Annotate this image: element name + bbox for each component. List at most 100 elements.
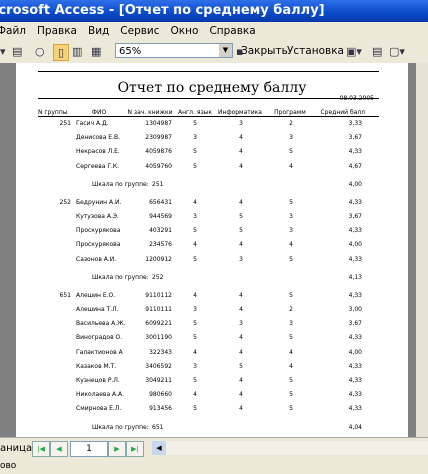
- prev-page-icon[interactable]: ◀: [50, 441, 68, 457]
- average-grade: 4,33: [348, 334, 362, 342]
- group-number: 651: [59, 291, 71, 299]
- toolbar: ▾ ▤ ○ ▯ ▥ ▦ 65% ▼ ▪ Закрыть Установка ▣▾ …: [0, 41, 428, 64]
- programming-grade: 5: [289, 391, 293, 399]
- programming-grade: 2: [289, 120, 293, 127]
- title-bar: icrosoft Access - [Отчет по среднему бал…: [0, 0, 428, 22]
- status-text: ово: [0, 461, 17, 471]
- title-rule: [38, 98, 379, 99]
- record-book-number: 322343: [149, 348, 172, 356]
- multiple-pages-icon[interactable]: ▦: [91, 44, 101, 59]
- next-page-icon[interactable]: ▶: [108, 441, 126, 457]
- programming-grade: 4: [289, 348, 293, 356]
- page-setup-button[interactable]: Установка: [287, 44, 344, 59]
- page-label: аница:: [0, 443, 36, 454]
- programming-grade: 3: [289, 213, 293, 220]
- student-name: Галактионов А: [76, 348, 123, 356]
- english-grade: 4: [193, 391, 197, 399]
- record-book-number: 656431: [149, 198, 172, 206]
- chevron-down-icon[interactable]: ▼: [219, 44, 232, 57]
- record-book-number: 9110112: [145, 291, 172, 299]
- student-name: Проскурякова: [76, 227, 121, 235]
- student-name: Гасич А.Д.: [76, 120, 109, 127]
- menu-view[interactable]: Вид: [88, 22, 109, 41]
- office-links-icon[interactable]: ▣▾: [346, 44, 362, 59]
- report-title: Отчет по среднему баллу: [117, 80, 307, 96]
- database-window-icon[interactable]: ▤: [372, 44, 382, 59]
- english-grade: 5: [193, 120, 197, 127]
- record-book-number: 980660: [149, 391, 172, 399]
- programming-grade: 3: [289, 320, 293, 328]
- record-book-number: 3406592: [145, 362, 172, 370]
- average-grade: 4,33: [348, 291, 362, 299]
- student-name: Кузнецов Р.Л.: [76, 377, 120, 384]
- programming-grade: 4: [289, 241, 293, 249]
- new-object-icon[interactable]: ▢▾: [389, 44, 405, 59]
- page-navigator: аница: |◀ ◀ 1 ▶ ▶| ◀: [0, 437, 428, 460]
- report-date: 08.03.2005: [339, 95, 374, 102]
- record-book-number: 234576: [149, 241, 172, 249]
- record-book-number: 913456: [149, 405, 172, 413]
- student-name: Сергеева Г.К.: [76, 162, 120, 170]
- group-average-group: 251: [152, 180, 164, 188]
- print-icon[interactable]: ▤: [12, 44, 22, 59]
- menu-help[interactable]: Справка: [209, 22, 255, 41]
- student-name: Денисова Е.В.: [76, 134, 121, 142]
- informatics-grade: 3: [239, 120, 243, 127]
- close-button[interactable]: Закрыть: [241, 44, 288, 59]
- programming-grade: 4: [289, 362, 293, 370]
- scroll-left-icon[interactable]: ◀: [152, 441, 166, 455]
- student-name: Виноградов О.: [76, 334, 123, 342]
- student-name: Проскурякова: [76, 241, 121, 249]
- col-book-header: N зач. книжки: [127, 109, 173, 116]
- programming-grade: 5: [289, 377, 293, 384]
- one-page-icon[interactable]: ▯: [53, 44, 69, 61]
- menu-window[interactable]: Окно: [171, 22, 199, 41]
- two-pages-icon[interactable]: ▥: [72, 44, 82, 59]
- magnifier-icon[interactable]: ○: [35, 44, 45, 59]
- informatics-grade: 5: [239, 213, 243, 220]
- student-name: Кутузова А.Э.: [76, 213, 119, 220]
- english-grade: 5: [193, 320, 197, 328]
- informatics-grade: 4: [239, 405, 243, 413]
- last-page-icon[interactable]: ▶|: [126, 441, 144, 457]
- informatics-grade: 4: [239, 241, 243, 249]
- average-grade: 4,33: [348, 148, 362, 156]
- informatics-grade: 4: [239, 377, 243, 384]
- average-grade: 4,00: [348, 348, 362, 356]
- record-book-number: 3049211: [145, 377, 172, 384]
- group-average-group: 252: [152, 273, 164, 281]
- menu-tools[interactable]: Сервис: [120, 22, 159, 41]
- record-book-number: 944569: [149, 213, 172, 220]
- horizontal-scrollbar[interactable]: ◀: [152, 441, 428, 455]
- menu-edit[interactable]: Правка: [37, 22, 77, 41]
- programming-grade: 5: [289, 334, 293, 342]
- header-rule: [38, 116, 379, 117]
- student-name: Казаков М.Т.: [76, 362, 117, 370]
- group-number: 251: [59, 120, 71, 127]
- english-grade: 4: [193, 291, 197, 299]
- english-grade: 5: [193, 255, 197, 263]
- informatics-grade: 4: [239, 134, 243, 142]
- col-group-header: N группы: [38, 109, 68, 116]
- english-grade: 4: [193, 348, 197, 356]
- informatics-grade: 4: [239, 148, 243, 156]
- english-grade: 3: [193, 362, 197, 370]
- menu-file[interactable]: Файл: [0, 22, 26, 41]
- student-name: Сазонов А.И.: [76, 255, 117, 263]
- informatics-grade: 4: [239, 348, 243, 356]
- english-grade: 5: [193, 405, 197, 413]
- average-grade: 3,67: [348, 213, 362, 220]
- programming-grade: 5: [289, 255, 293, 263]
- page-number-input[interactable]: 1: [70, 441, 108, 457]
- record-book-number: 4059876: [145, 148, 172, 156]
- informatics-grade: 4: [239, 391, 243, 399]
- first-page-icon[interactable]: |◀: [32, 441, 50, 457]
- view-dropdown-icon[interactable]: ▾: [0, 44, 6, 59]
- vertical-scrollbar[interactable]: [416, 63, 428, 437]
- group-average-value: 4,04: [348, 423, 362, 431]
- window-title: icrosoft Access - [Отчет по среднему бал…: [0, 3, 325, 18]
- zoom-value: 65%: [119, 46, 142, 57]
- average-grade: 3,00: [348, 306, 362, 313]
- zoom-select[interactable]: 65% ▼: [115, 43, 233, 58]
- record-book-number: 1304987: [145, 120, 172, 127]
